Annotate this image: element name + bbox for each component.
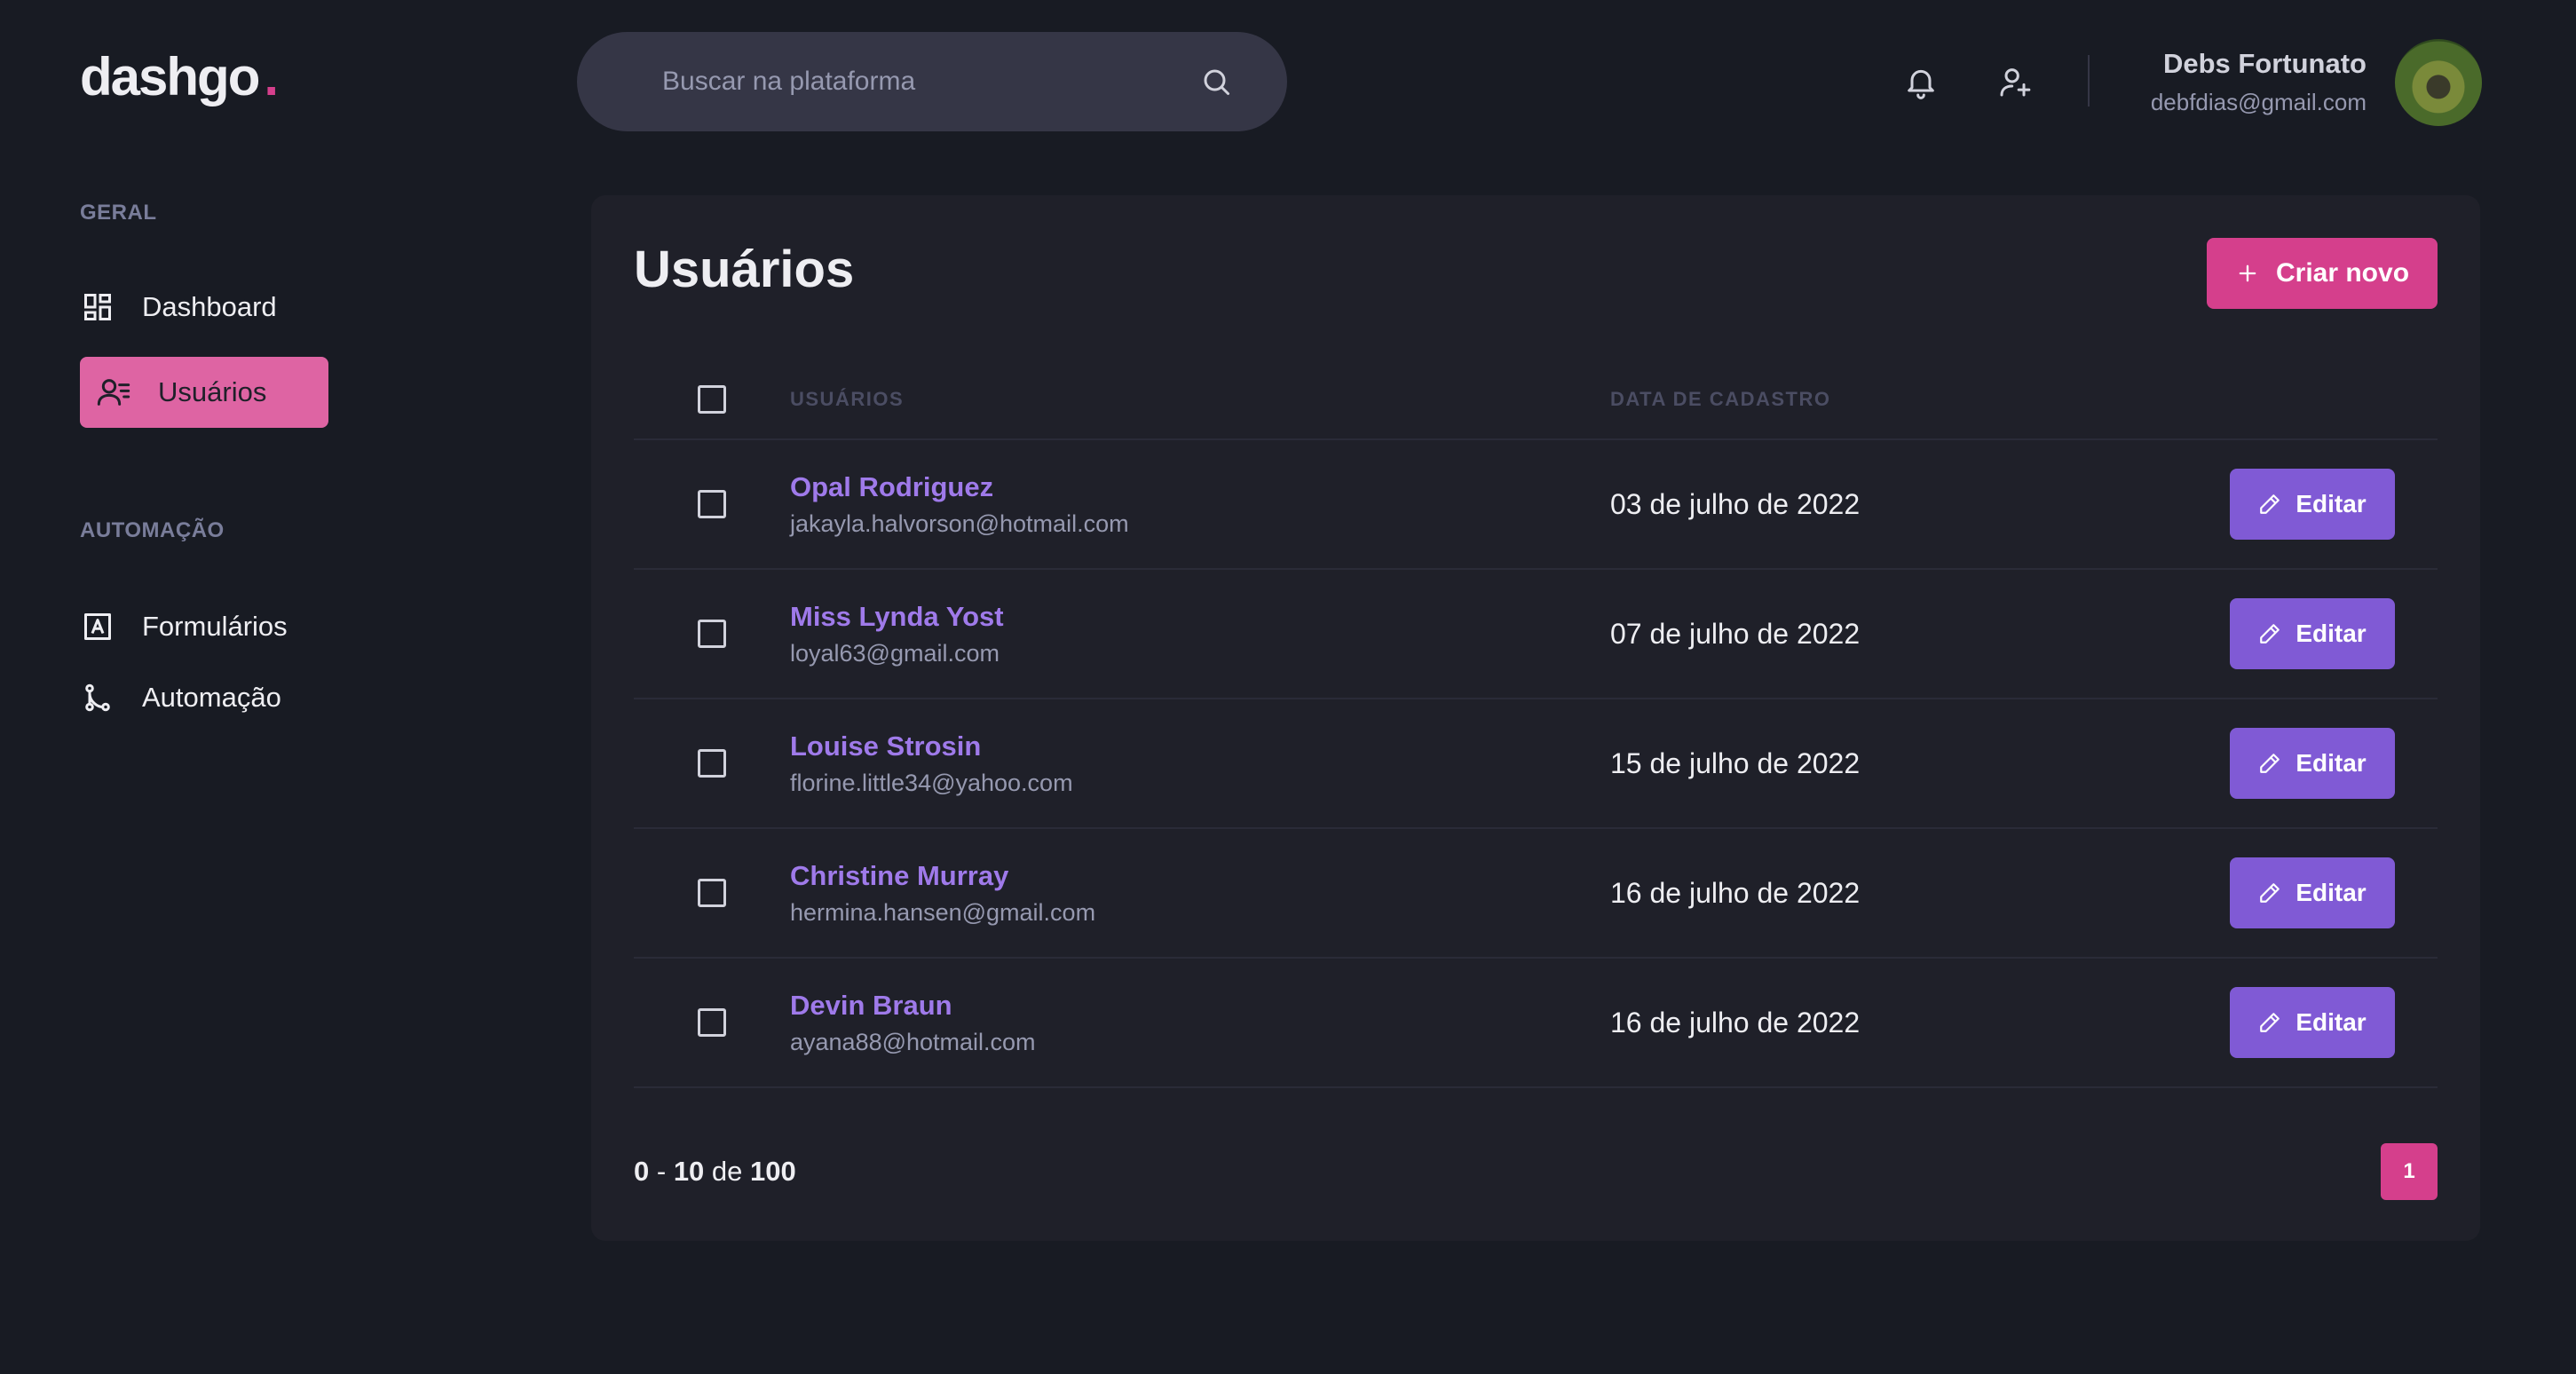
row-checkbox[interactable] bbox=[698, 620, 726, 648]
sidebar-item-label: Automação bbox=[142, 682, 281, 713]
select-all-checkbox[interactable] bbox=[698, 385, 726, 414]
edit-button[interactable]: Editar bbox=[2230, 598, 2395, 669]
table-row: Devin Braun ayana88@hotmail.com 16 de ju… bbox=[634, 959, 2438, 1088]
user-email: florine.little34@yahoo.com bbox=[790, 769, 1073, 796]
sidebar-item-formularios[interactable]: Formulários bbox=[80, 591, 288, 662]
users-panel: Usuários Criar novo USUÁRIOS DATA DE CAD… bbox=[591, 195, 2480, 1241]
pagination-total: 100 bbox=[750, 1156, 796, 1187]
registration-date: 16 de julho de 2022 bbox=[1610, 1006, 1861, 1038]
create-new-label: Criar novo bbox=[2275, 258, 2410, 288]
header-divider bbox=[2088, 55, 2090, 107]
logo-text: dashgo bbox=[80, 47, 260, 107]
user-name[interactable]: Opal Rodriguez bbox=[790, 471, 1610, 503]
pagination-info: 0 - 10 de 100 bbox=[634, 1156, 796, 1187]
profile-name: Debs Fortunato bbox=[2162, 48, 2367, 79]
pagination-of: de bbox=[711, 1156, 743, 1187]
search-icon[interactable] bbox=[1198, 64, 1234, 99]
plus-icon bbox=[2239, 265, 2256, 282]
pagination-from: 0 bbox=[634, 1156, 650, 1187]
edit-label: Editar bbox=[2295, 620, 2367, 647]
user-profile[interactable]: Debs Fortunato debfdias@gmail.com bbox=[2151, 48, 2367, 116]
table-row: Miss Lynda Yost loyal63@gmail.com 07 de … bbox=[634, 570, 2438, 699]
sidebar-item-label: Dashboard bbox=[142, 291, 277, 322]
registration-date: 03 de julho de 2022 bbox=[1610, 487, 1861, 520]
user-email: ayana88@hotmail.com bbox=[790, 1028, 1036, 1055]
users-list-icon bbox=[96, 375, 131, 410]
row-checkbox[interactable] bbox=[698, 1008, 726, 1037]
git-merge-icon bbox=[80, 680, 115, 715]
sidebar-section-geral: GERAL bbox=[80, 201, 157, 225]
edit-button[interactable]: Editar bbox=[2230, 728, 2395, 799]
user-name[interactable]: Devin Braun bbox=[790, 990, 1610, 1022]
registration-date: 07 de julho de 2022 bbox=[1610, 617, 1861, 650]
column-header-date: DATA DE CADASTRO bbox=[1610, 388, 1831, 410]
edit-label: Editar bbox=[2295, 749, 2367, 777]
pencil-icon bbox=[2260, 1013, 2280, 1032]
sidebar-section-automacao: AUTOMAÇÃO bbox=[80, 518, 225, 542]
user-email: jakayla.halvorson@hotmail.com bbox=[790, 509, 1129, 537]
user-name[interactable]: Louise Strosin bbox=[790, 730, 1610, 762]
table-row: Christine Murray hermina.hansen@gmail.co… bbox=[634, 829, 2438, 959]
edit-label: Editar bbox=[2295, 490, 2367, 517]
registration-date: 15 de julho de 2022 bbox=[1610, 746, 1861, 779]
logo: dashgo. bbox=[80, 46, 279, 107]
sidebar-item-automacao[interactable]: Automação bbox=[80, 662, 281, 733]
page-title: Usuários bbox=[634, 241, 855, 298]
pencil-icon bbox=[2260, 624, 2280, 644]
row-checkbox[interactable] bbox=[698, 879, 726, 907]
edit-button[interactable]: Editar bbox=[2230, 857, 2395, 928]
sidebar-item-label: Usuários bbox=[158, 376, 267, 407]
form-icon bbox=[80, 609, 115, 644]
sidebar-item-label: Formulários bbox=[142, 611, 288, 642]
table-row: Opal Rodriguez jakayla.halvorson@hotmail… bbox=[634, 440, 2438, 570]
pencil-icon bbox=[2260, 883, 2280, 903]
pagination-to: 10 bbox=[673, 1156, 705, 1187]
create-new-button[interactable]: Criar novo bbox=[2207, 238, 2438, 309]
avatar[interactable] bbox=[2395, 39, 2482, 126]
user-email: hermina.hansen@gmail.com bbox=[790, 898, 1096, 926]
logo-dot: . bbox=[264, 47, 279, 107]
user-plus-icon[interactable] bbox=[1995, 62, 2035, 101]
bell-icon[interactable] bbox=[1901, 62, 1940, 101]
registration-date: 16 de julho de 2022 bbox=[1610, 876, 1861, 909]
page-button-1[interactable]: 1 bbox=[2381, 1143, 2438, 1200]
user-name[interactable]: Miss Lynda Yost bbox=[790, 601, 1610, 633]
table-row: Louise Strosin florine.little34@yahoo.co… bbox=[634, 699, 2438, 829]
column-header-users: USUÁRIOS bbox=[790, 388, 905, 410]
edit-button[interactable]: Editar bbox=[2230, 987, 2395, 1058]
pencil-icon bbox=[2260, 754, 2280, 773]
dashboard-icon bbox=[80, 289, 115, 325]
users-table: USUÁRIOS DATA DE CADASTRO Opal Rodriguez… bbox=[634, 360, 2438, 1088]
profile-email: debfdias@gmail.com bbox=[2150, 89, 2367, 115]
edit-label: Editar bbox=[2295, 1008, 2367, 1036]
user-email: loyal63@gmail.com bbox=[790, 639, 1000, 667]
edit-label: Editar bbox=[2295, 879, 2367, 906]
edit-button[interactable]: Editar bbox=[2230, 469, 2395, 540]
search-bar[interactable] bbox=[577, 32, 1287, 131]
sidebar-item-dashboard[interactable]: Dashboard bbox=[80, 272, 277, 343]
search-input[interactable] bbox=[662, 67, 1198, 97]
row-checkbox[interactable] bbox=[698, 490, 726, 518]
app-root: dashgo. Debs Fortunato debfdias@gmail.co… bbox=[0, 0, 2576, 1374]
pencil-icon bbox=[2260, 494, 2280, 514]
sidebar-item-usuarios[interactable]: Usuários bbox=[80, 357, 328, 428]
user-name[interactable]: Christine Murray bbox=[790, 860, 1610, 892]
table-header: USUÁRIOS DATA DE CADASTRO bbox=[634, 360, 2438, 440]
row-checkbox[interactable] bbox=[698, 749, 726, 778]
